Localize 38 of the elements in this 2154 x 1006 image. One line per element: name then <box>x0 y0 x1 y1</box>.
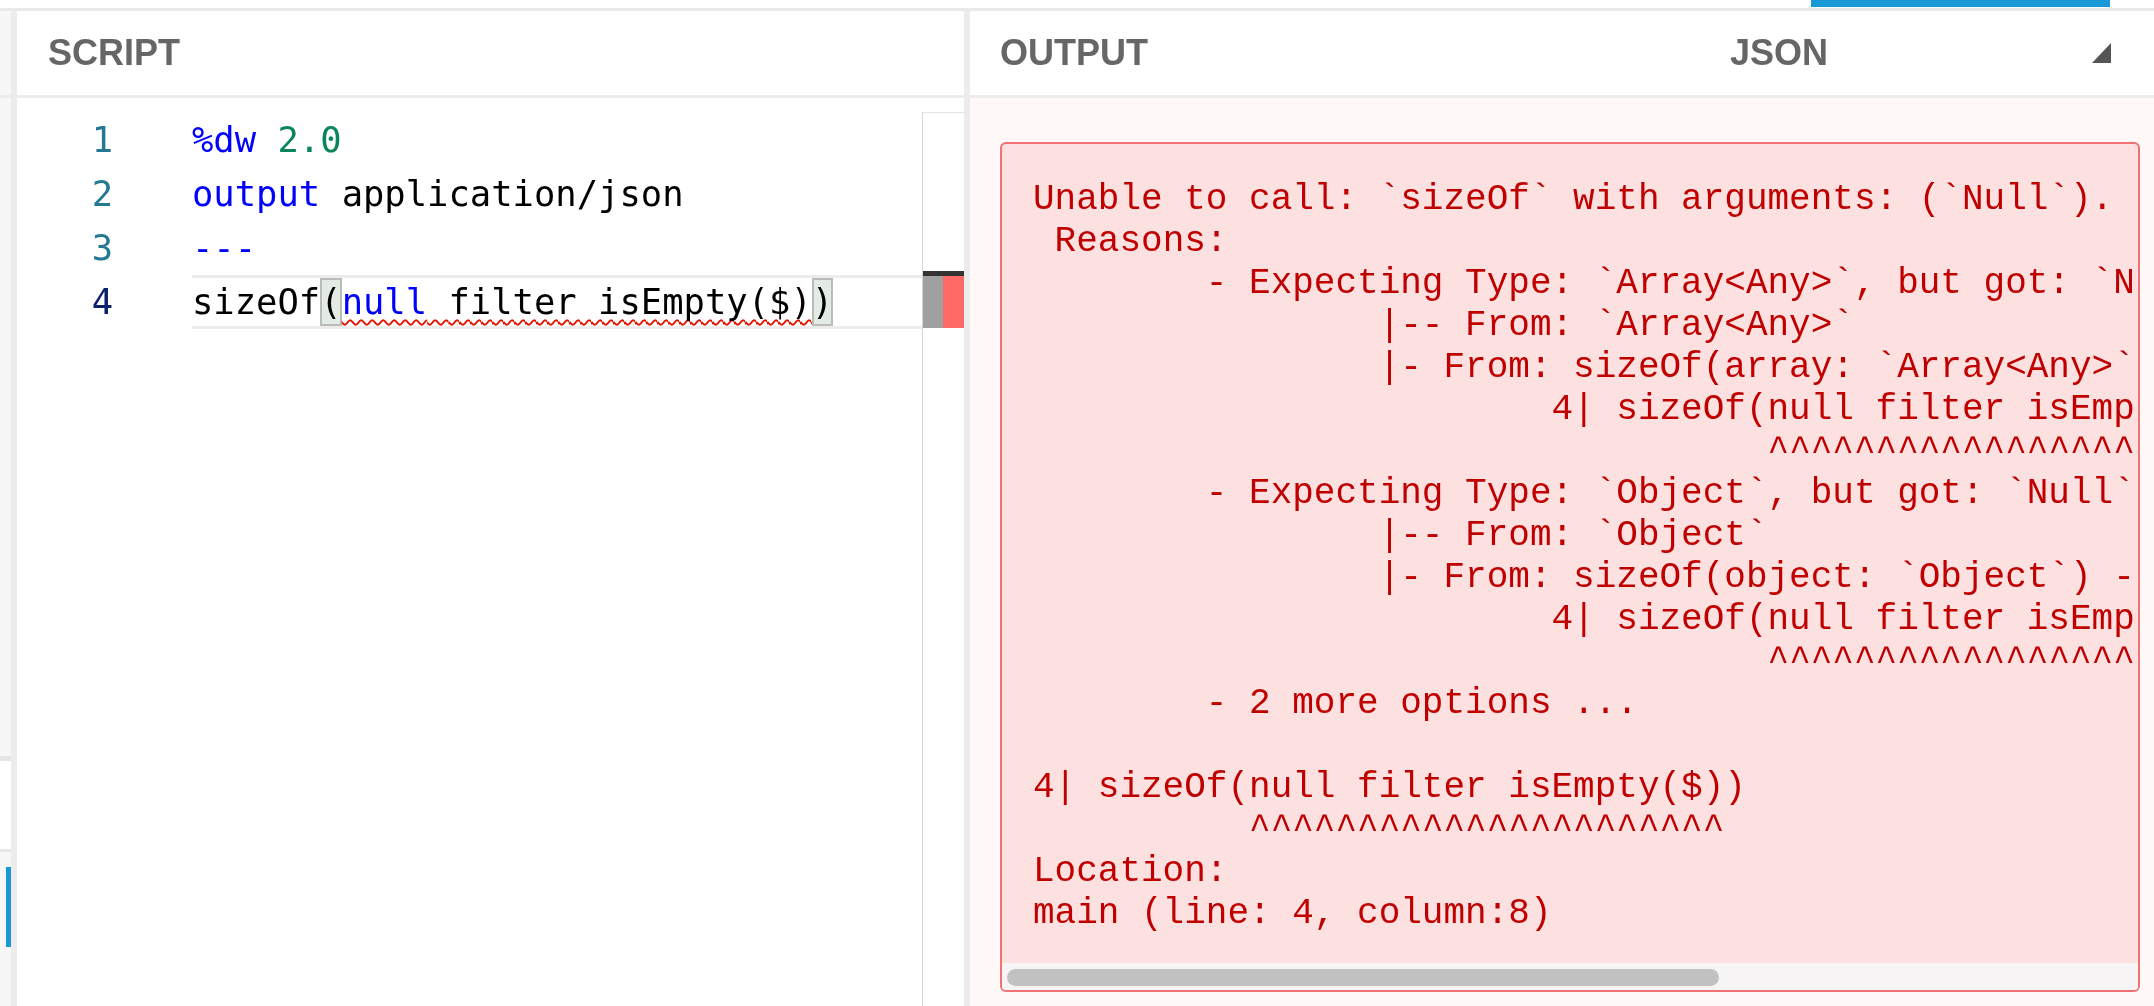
line-number: 3 <box>91 227 113 268</box>
code-token: ) <box>811 278 834 326</box>
error-line: main (line: 4, column:8) <box>1033 893 1552 934</box>
code-token: filter isEmpty($) <box>448 280 812 324</box>
panel-title: OUTPUT <box>1000 35 1148 71</box>
panel-title: SCRIPT <box>48 35 180 71</box>
code-token: 2.0 <box>277 118 342 162</box>
error-line: - 2 more options ... <box>1205 683 1638 724</box>
error-line: ^^^^^^^^^^^^^^^^^ <box>1767 431 2135 472</box>
error-line: |- From: sizeOf(object: `Object`) - <box>1378 557 2135 598</box>
triangle-icon[interactable] <box>2092 43 2111 63</box>
code-token: sizeOf <box>192 280 321 324</box>
code-token: null <box>341 280 428 324</box>
code-token: --- <box>192 226 257 270</box>
line-number: 1 <box>91 119 113 160</box>
scrollbar-thumb[interactable] <box>1007 969 1719 986</box>
format-selector[interactable]: JSON <box>1729 35 1828 71</box>
error-line: Unable to call: `sizeOf` with arguments: (`Null`). <box>1033 179 2114 220</box>
code-token: ( <box>320 278 342 326</box>
error-line: |- From: sizeOf(array: `Array<Any>` <box>1378 347 2135 388</box>
line-number: 2 <box>91 173 113 214</box>
error-line: 4| sizeOf(null filter isEmp <box>1551 599 2135 640</box>
error-line: - Expecting Type: `Array<Any>`, but got: `N <box>1205 263 2135 304</box>
error-line: ^^^^^^^^^^^^^^^^^ <box>1767 641 2135 682</box>
cursor-marker <box>923 271 964 276</box>
error-line: |-- From: `Object` <box>1378 515 1768 556</box>
error-line: 4| sizeOf(null filter isEmp <box>1551 389 2135 430</box>
error-line: 4| sizeOf(null filter isEmpty($)) <box>1033 767 1746 808</box>
code-token: %dw <box>192 118 257 162</box>
code-token: output <box>192 172 321 216</box>
error-line: |-- From: `Array<Any>` <box>1378 305 1854 346</box>
error-marker <box>943 276 964 328</box>
line-number: 4 <box>91 281 113 322</box>
error-line: ^^^^^^^^^^^^^^^^^^^^^^ <box>1249 809 1725 850</box>
error-line: Location: <box>1033 851 1228 892</box>
error-line: - Expecting Type: `Object`, but got: `Null` <box>1205 473 2135 514</box>
code-token: application/json <box>341 172 684 216</box>
error-line: Reasons: <box>1054 221 1228 262</box>
